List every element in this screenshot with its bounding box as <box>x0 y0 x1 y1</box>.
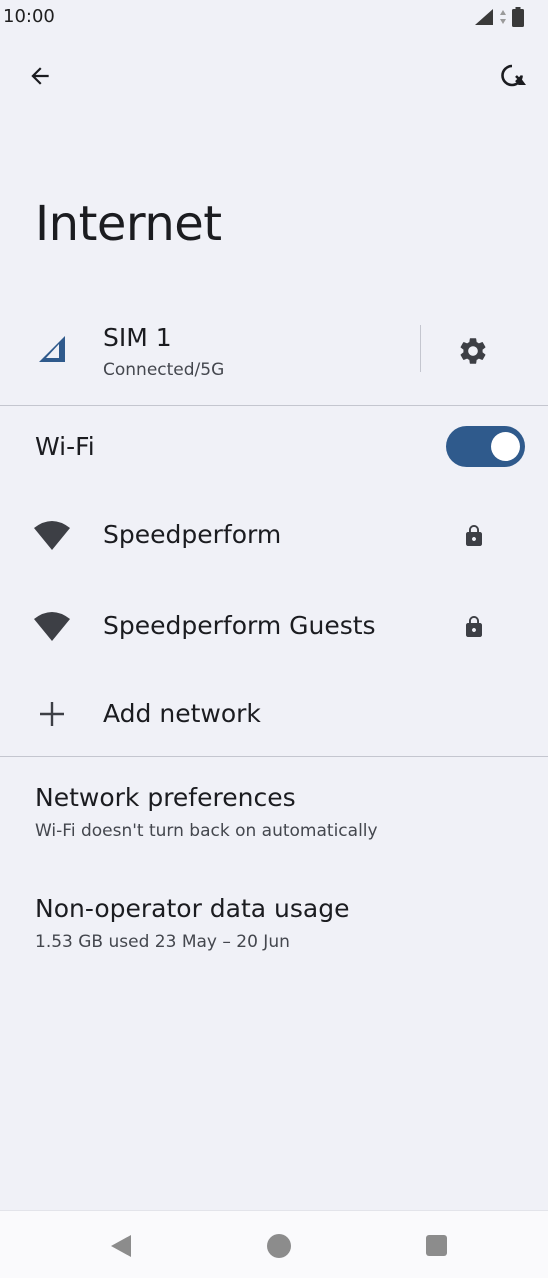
sim-name: SIM 1 <box>103 323 172 352</box>
sim-status: Connected/5G <box>103 360 225 380</box>
status-icons <box>474 6 524 28</box>
network-name: Speedperform Guests <box>103 611 376 640</box>
plus-icon <box>40 702 64 726</box>
cellular-signal-icon <box>39 336 65 362</box>
wifi-icon <box>34 612 70 641</box>
gear-icon <box>460 338 486 364</box>
wifi-toggle-row[interactable]: Wi-Fi <box>0 410 548 484</box>
navigation-bar <box>0 1210 548 1278</box>
network-reset-icon <box>501 64 526 87</box>
page-title: Internet <box>35 196 222 252</box>
network-item[interactable]: Speedperform <box>0 492 548 582</box>
app-bar <box>0 48 548 104</box>
wifi-icon <box>34 521 70 550</box>
nav-home-icon[interactable] <box>267 1234 291 1258</box>
internet-settings-screen: 10:00 Internet SIM 1 Connected/5G Wi-Fi … <box>0 0 548 1278</box>
status-bar: 10:00 <box>0 0 548 36</box>
section-divider <box>0 756 548 757</box>
wifi-toggle-knob <box>491 432 520 461</box>
status-time: 10:00 <box>3 6 55 27</box>
lock-icon <box>466 616 482 637</box>
wifi-label: Wi-Fi <box>35 432 95 461</box>
section-divider <box>0 405 548 406</box>
nav-back-icon[interactable] <box>108 1233 134 1259</box>
signal-icon <box>475 9 493 25</box>
network-reset-button[interactable] <box>494 56 534 96</box>
sim-settings-button[interactable] <box>452 330 494 372</box>
battery-icon <box>512 7 524 27</box>
pref-subtitle: Wi-Fi doesn't turn back on automatically <box>35 821 378 841</box>
pref-title: Non-operator data usage <box>35 894 350 923</box>
network-item[interactable]: Speedperform Guests <box>0 583 548 673</box>
network-preferences-item[interactable]: Network preferences Wi-Fi doesn't turn b… <box>0 783 548 873</box>
data-usage-item[interactable]: Non-operator data usage 1.53 GB used 23 … <box>0 894 548 984</box>
arrow-back-icon <box>31 67 49 85</box>
add-network-label: Add network <box>103 699 261 728</box>
network-name: Speedperform <box>103 520 282 549</box>
data-arrows-icon <box>500 10 506 24</box>
pref-subtitle: 1.53 GB used 23 May – 20 Jun <box>35 932 290 952</box>
nav-recents-icon[interactable] <box>426 1235 447 1256</box>
back-button[interactable] <box>20 56 60 96</box>
wifi-toggle[interactable] <box>446 426 525 467</box>
lock-icon <box>466 525 482 546</box>
pref-title: Network preferences <box>35 783 296 812</box>
add-network-button[interactable]: Add network <box>0 676 548 752</box>
sim-row[interactable]: SIM 1 Connected/5G <box>0 310 548 404</box>
sim-divider <box>420 325 421 372</box>
